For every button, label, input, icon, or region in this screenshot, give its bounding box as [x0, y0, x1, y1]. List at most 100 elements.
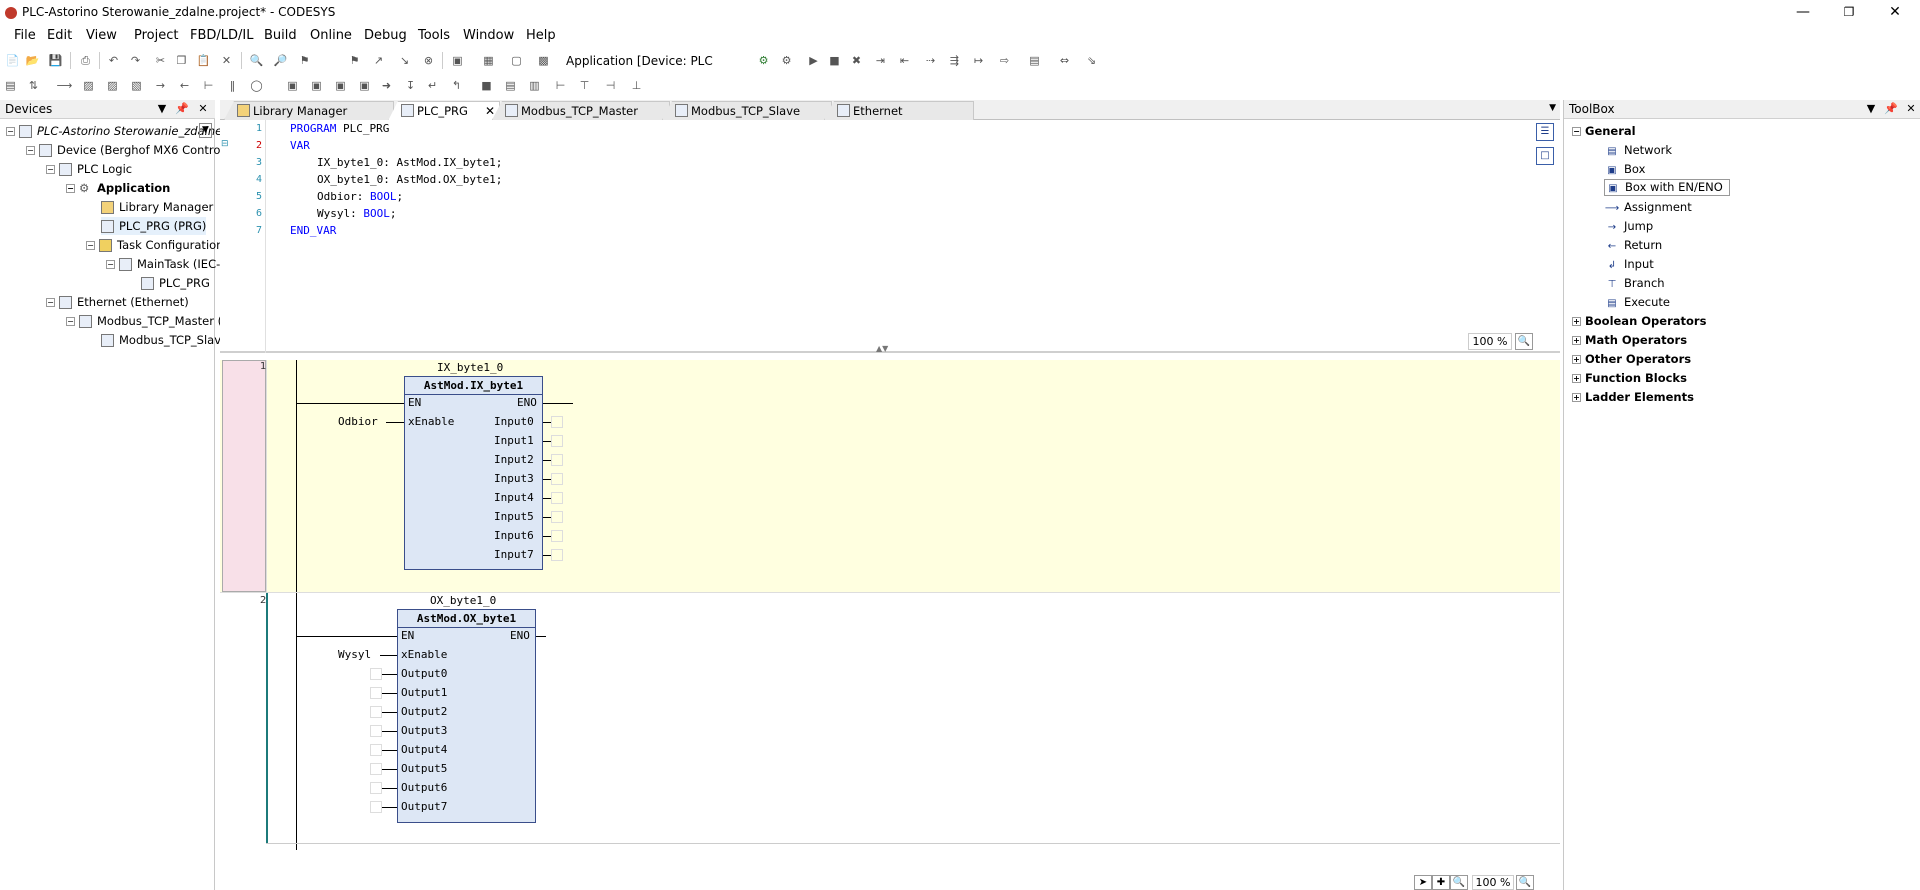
toolbox-category-boolean-operators[interactable]: + Boolean Operators [1572, 312, 1706, 330]
start-icon[interactable]: ▶ [805, 52, 822, 69]
output-connector[interactable] [551, 530, 563, 542]
cut-icon[interactable]: ✂ [152, 52, 169, 69]
set-reset-icon[interactable]: ▥ [526, 77, 543, 94]
input-connector[interactable] [370, 687, 382, 699]
toolbox-category-math-operators[interactable]: + Math Operators [1572, 331, 1687, 349]
box-icon-3[interactable]: ▣ [332, 77, 349, 94]
reset-icon[interactable]: ✖ [848, 52, 865, 69]
paste-icon[interactable]: 📋 [195, 52, 212, 69]
toolbox-category-ladder-elements[interactable]: + Ladder Elements [1572, 388, 1694, 406]
panel-close-icon[interactable]: ✕ [196, 100, 210, 118]
textual-view-icon[interactable]: ☰ [1536, 123, 1554, 141]
tab-list-dropdown-icon[interactable]: ▼ [1549, 103, 1556, 113]
expand-icon[interactable]: + [1572, 355, 1581, 364]
menu-window[interactable]: Window [463, 28, 514, 43]
active-application-select[interactable]: Application [Device: PLC Logic] ▼ [560, 51, 748, 87]
tree-item-plc-prg-call[interactable]: PLC_PRG [141, 274, 210, 292]
unforce-icon[interactable]: ⇘ [1083, 52, 1100, 69]
output-connector[interactable] [551, 511, 563, 523]
expand-icon[interactable]: + [1572, 374, 1581, 383]
input-connector[interactable] [370, 744, 382, 756]
tabular-view-icon[interactable]: □ [1536, 147, 1554, 165]
dropdown-arrow-icon[interactable]: ▼ [199, 123, 212, 138]
network-1-marker[interactable] [222, 360, 266, 592]
set-next-statement-icon[interactable]: ↦ [970, 52, 987, 69]
declaration-editor[interactable]: ⊟ 1 2 3 4 5 6 7 PROGRAM PLC_PRG VAR IX_b… [220, 120, 1560, 353]
menu-tools[interactable]: Tools [418, 28, 450, 43]
parallel-branch-icon[interactable]: ⊢ [552, 77, 569, 94]
input-variable[interactable]: Odbior [338, 415, 378, 428]
toolbox-item-input[interactable]: ↲ Input [1604, 255, 1654, 273]
collapse-icon[interactable]: − [6, 127, 15, 136]
toolbox-category-general[interactable]: − General [1572, 122, 1636, 140]
bookmark-icon[interactable]: ⚑ [346, 52, 363, 69]
input-connector[interactable] [370, 668, 382, 680]
force-values-icon[interactable]: ⇔ [1056, 52, 1073, 69]
insert-input-icon[interactable]: ▧ [128, 77, 145, 94]
tab-ethernet[interactable]: Ethernet [824, 101, 974, 120]
fbd-editor[interactable]: 1 IX_byte1_0 AstMod.IX_byte1 EN ENO xEna… [220, 355, 1560, 890]
tree-item-maintask[interactable]: − MainTask (IEC- [106, 255, 220, 273]
expand-icon[interactable]: + [1572, 317, 1581, 326]
branch-end-icon[interactable]: ⊣ [602, 77, 619, 94]
toolbox-item-return[interactable]: ← Return [1604, 236, 1662, 254]
insert-network-icon[interactable]: ▤ [2, 77, 19, 94]
tab-modbus-tcp-master[interactable]: Modbus_TCP_Master [492, 101, 670, 120]
return-icon[interactable]: ↵ [424, 77, 441, 94]
insert-branch-icon[interactable]: ⊢ [200, 77, 217, 94]
redo-icon[interactable]: ↷ [127, 52, 144, 69]
insert-return-icon[interactable]: ← [176, 77, 193, 94]
branch-start-icon[interactable]: ⊤ [576, 77, 593, 94]
output-connector[interactable] [551, 454, 563, 466]
input-connector[interactable] [370, 725, 382, 737]
undo-icon[interactable]: ↶ [105, 52, 122, 69]
output-connector[interactable] [551, 473, 563, 485]
input-connector[interactable] [370, 782, 382, 794]
new-project-icon[interactable]: 📄 [4, 52, 21, 69]
input-variable[interactable]: Wysyl [338, 648, 371, 661]
comment-icon[interactable]: ↰ [448, 77, 465, 94]
branch-close-icon[interactable]: ⊥ [628, 77, 645, 94]
expand-icon[interactable]: + [1572, 393, 1581, 402]
network-2-marker[interactable] [266, 593, 268, 843]
declaration-zoom[interactable]: 100 % [1468, 333, 1512, 350]
tree-item-project[interactable]: − PLC-Astorino Sterowanie_zdalne [6, 122, 222, 140]
copy-icon[interactable]: ❐ [173, 52, 190, 69]
tree-item-library-manager[interactable]: Library Manager [101, 198, 213, 216]
insert-box-icon[interactable]: ▨ [80, 77, 97, 94]
tree-item-modbus-slave[interactable]: Modbus_TCP_Slave [101, 331, 228, 349]
instance-name[interactable]: OX_byte1_0 [430, 594, 496, 607]
output-connector[interactable] [551, 549, 563, 561]
step-over-icon[interactable]: ⇥ [872, 52, 889, 69]
pan-tool-icon[interactable]: ✚ [1432, 875, 1450, 890]
jump-icon[interactable]: ➜ [378, 77, 395, 94]
save-icon[interactable]: 💾 [47, 52, 64, 69]
pin-icon[interactable]: 📌 [175, 100, 189, 118]
splitter-arrows-icon[interactable]: ▲▼ [876, 344, 888, 353]
instance-name[interactable]: IX_byte1_0 [437, 361, 503, 374]
box-icon-1[interactable]: ▣ [284, 77, 301, 94]
stop-icon[interactable]: ■ [826, 52, 843, 69]
tree-item-ethernet[interactable]: − Ethernet (Ethernet) [46, 293, 189, 311]
show-next-statement-icon[interactable]: ⇨ [996, 52, 1013, 69]
negate-icon[interactable]: ■ [478, 77, 495, 94]
properties-icon[interactable]: ▢ [508, 52, 525, 69]
menu-file[interactable]: File [14, 28, 36, 43]
tree-item-plc-logic[interactable]: − PLC Logic [46, 160, 132, 178]
find-icon[interactable]: 🔍 [248, 52, 265, 69]
minimize-button[interactable]: — [1780, 0, 1826, 26]
toolbox-category-function-blocks[interactable]: + Function Blocks [1572, 369, 1687, 387]
menu-view[interactable]: View [86, 28, 117, 43]
tree-item-modbus-master[interactable]: − Modbus_TCP_Master ( [66, 312, 222, 330]
maximize-button[interactable]: ❐ [1826, 0, 1872, 26]
zoom-tool-icon[interactable]: 🔍 [1450, 875, 1468, 890]
insert-contact-icon[interactable]: ‖ [224, 77, 241, 94]
toolbox-item-jump[interactable]: → Jump [1604, 217, 1653, 235]
write-values-icon[interactable]: ▤ [1026, 52, 1043, 69]
bookmark-toggle-icon[interactable]: ⚑ [296, 52, 313, 69]
collapse-icon[interactable]: − [86, 241, 95, 250]
step-out-icon[interactable]: ⇢ [922, 52, 939, 69]
insert-network-below-icon[interactable]: ⇅ [25, 77, 42, 94]
print-icon[interactable]: ⎙ [77, 52, 94, 69]
collapse-icon[interactable]: − [106, 260, 115, 269]
